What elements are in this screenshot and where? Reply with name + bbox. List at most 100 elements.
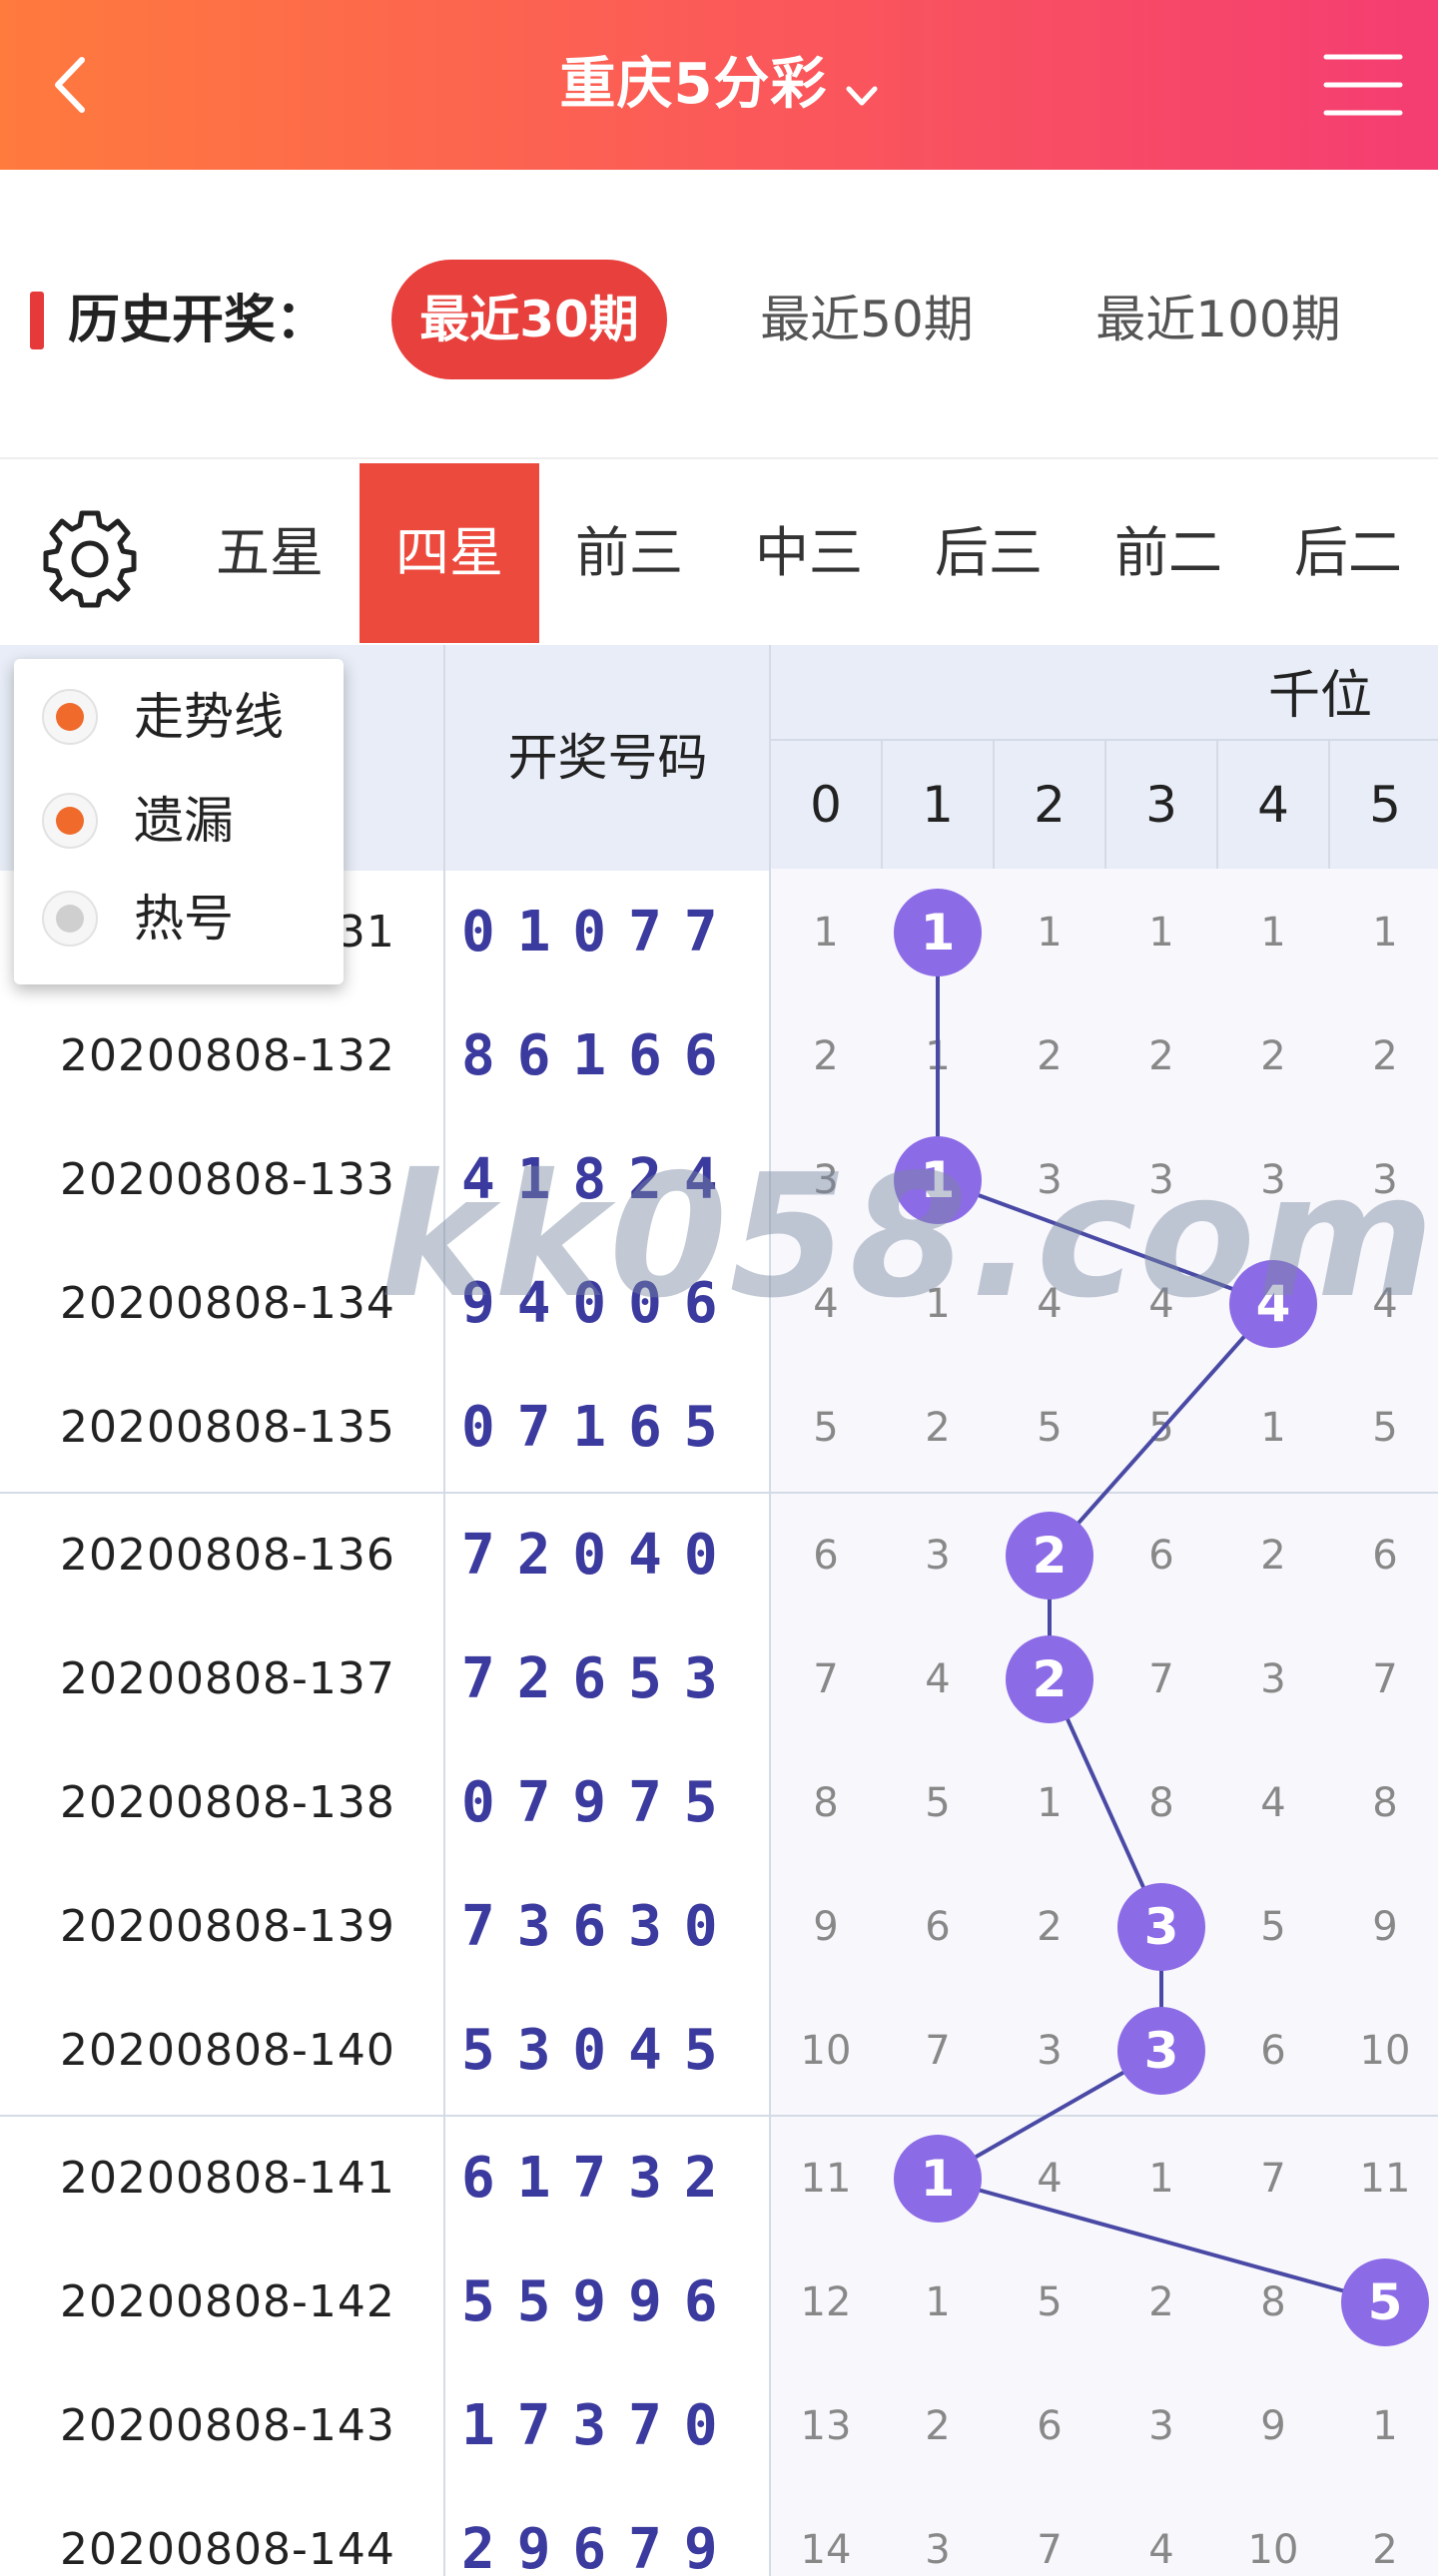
omission-cell: 3 [925,1533,951,1579]
digit-header: 0 [810,776,842,834]
draw-number: 86166 [461,1023,740,1088]
draw-number: 55996 [461,2269,740,2334]
table-row: 20200808-138 07975 8 5 1 8 4 8 [0,1741,1438,1865]
tab-front-three[interactable]: 前三 [539,463,719,643]
hamburger-menu-icon [1323,54,1403,116]
period-number: 20200808-136 [60,1530,395,1581]
omission-cell: 5 [813,1405,839,1451]
digit-header: 5 [1369,776,1401,834]
gear-icon [43,510,137,608]
omission-cell: 5 [925,1780,951,1826]
radio-checked-icon [42,793,98,849]
draw-number: 72040 [461,1523,740,1588]
omission-cell: 7 [1037,2527,1063,2573]
omission-cell: 12 [800,2279,852,2325]
omission-cell: 6 [1148,1533,1174,1579]
option-label: 热号 [134,890,234,948]
digit-header: 4 [1257,776,1289,834]
draw-number: 29679 [461,2517,740,2576]
period-number: 20200808-134 [60,1278,395,1329]
omission-option[interactable]: 遗漏 [28,775,338,867]
omission-cell: 7 [1372,1656,1398,1702]
column-divider [769,645,771,2576]
omission-cell: 9 [813,1904,839,1950]
omission-cell: 5 [1372,1405,1398,1451]
omission-cell: 10 [1359,2028,1411,2074]
period-number: 20200808-140 [60,2025,395,2076]
thousands-position-header: 千位 [1268,666,1373,726]
hot-number-option[interactable]: 热号 [28,873,338,965]
omission-cell: 3 [925,2527,951,2573]
table-row: 20200808-144 29679 14 3 7 4 10 2 [0,2488,1438,2576]
radio-unchecked-icon [42,891,98,947]
range-button-100[interactable]: 最近100期 [1059,260,1378,379]
period-number: 20200808-144 [60,2524,395,2575]
digit-header: 2 [1034,776,1066,834]
table-row: 20200808-136 72040 6 3 2 6 2 6 [0,1494,1438,1617]
omission-cell: 2 [1372,1033,1398,1079]
group-divider [0,1492,1438,1494]
group-divider [0,2115,1438,2117]
omission-cell: 11 [1359,2156,1411,2202]
table-row: 20200808-132 86166 2 1 2 2 2 2 [0,994,1438,1118]
omission-cell: 8 [1260,2279,1286,2325]
period-number: 20200808-139 [60,1901,395,1952]
draw-number: 53045 [461,2018,740,2083]
omission-cell: 3 [1037,2028,1063,2074]
omission-cell: 2 [1037,1033,1063,1079]
settings-button[interactable] [38,505,142,609]
omission-cell: 6 [925,1904,951,1950]
table-row: 20200808-140 53045 10 7 3 3 6 10 [0,1989,1438,2113]
omission-cell: 11 [800,2156,852,2202]
omission-cell: 3 [1148,2403,1174,2449]
digit-header: 1 [922,776,954,834]
period-number: 20200808-143 [60,2400,395,2451]
lottery-selector[interactable]: 重庆5分彩 [0,42,1438,128]
draw-number-header: 开奖号码 [507,729,708,787]
draw-number: 17370 [461,2393,740,2458]
omission-cell: 10 [800,2028,852,2074]
tab-five-star[interactable]: 五星 [180,463,360,643]
omission-cell: 2 [925,2403,951,2449]
tab-back-two[interactable]: 后二 [1258,463,1438,643]
range-button-30[interactable]: 最近30期 [391,260,667,379]
omission-cell: 5 [1148,1405,1174,1451]
watermark: kk058.com [379,1138,1437,1336]
column-divider [443,645,445,2576]
table-row: 20200808-135 07165 5 2 5 5 1 5 [0,1366,1438,1490]
tab-back-three[interactable]: 后三 [899,463,1078,643]
omission-cell: 1 [1037,1780,1063,1826]
option-label: 遗漏 [134,792,234,850]
range-button-50[interactable]: 最近50期 [717,260,1017,379]
table-row: 20200808-141 61732 11 1 4 1 7 11 [0,2117,1438,2241]
omission-cell: 2 [1037,1904,1063,1950]
radio-checked-icon [42,689,98,745]
tab-four-star[interactable]: 四星 [360,463,539,643]
omission-cell: 5 [1260,1904,1286,1950]
omission-cell: 4 [1148,2527,1174,2573]
menu-button[interactable] [1318,45,1408,125]
omission-cell: 7 [1260,2156,1286,2202]
omission-cell: 2 [925,1405,951,1451]
table-row: 20200808-142 55996 12 1 5 2 8 5 [0,2241,1438,2364]
draw-number: 07975 [461,1770,740,1835]
tab-middle-three[interactable]: 中三 [719,463,899,643]
trend-line-option[interactable]: 走势线 [28,671,338,763]
chevron-down-icon [846,86,878,105]
omission-cell: 14 [800,2527,852,2573]
omission-cell: 1 [813,910,839,956]
omission-cell: 1 [1372,910,1398,956]
omission-cell: 7 [813,1656,839,1702]
omission-cell: 8 [813,1780,839,1826]
period-number: 20200808-138 [60,1777,395,1828]
page-title: 重庆5分彩 [559,52,828,117]
omission-cell: 1 [1148,2156,1174,2202]
period-number: 20200808-141 [60,2153,395,2204]
omission-cell: 2 [1148,2279,1174,2325]
omission-cell: 6 [1372,1533,1398,1579]
history-label: 历史开奖： [68,291,329,350]
omission-cell: 5 [1037,1405,1063,1451]
omission-cell: 1 [1372,2403,1398,2449]
omission-cell: 6 [1260,2028,1286,2074]
tab-front-two[interactable]: 前二 [1078,463,1258,643]
